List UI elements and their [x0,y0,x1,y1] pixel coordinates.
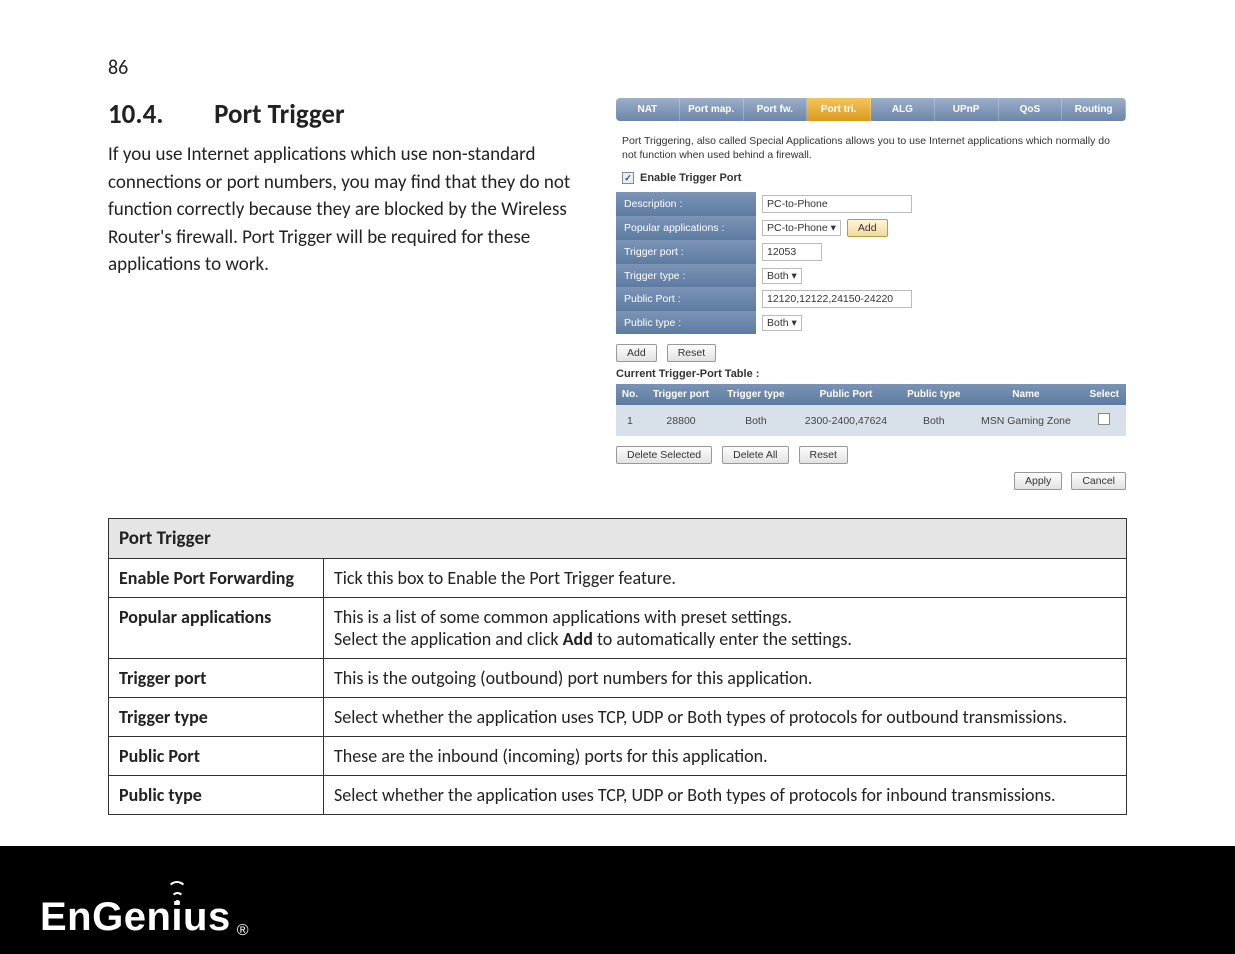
section-heading: 10.4. Port Trigger [108,98,588,131]
cell-trigger-type: Both [718,405,794,436]
desc-v-1-bold: Add [563,628,593,650]
public-type-label: Public type : [616,311,756,334]
add-button[interactable]: Add [616,344,657,362]
enable-trigger-label: Enable Trigger Port [640,172,741,184]
th-public-port: Public Port [794,384,899,405]
trigger-type-value: Both [767,270,789,282]
enable-trigger-checkbox[interactable]: ✓ [622,172,634,184]
trigger-type-select[interactable]: Both ▾ [762,268,802,284]
page-footer: EnGen i us ® [0,846,1235,954]
apply-button[interactable]: Apply [1014,472,1062,490]
trigger-type-label: Trigger type : [616,264,756,287]
public-port-input[interactable]: 12120,12122,24150-24220 [762,290,912,308]
tab-nat[interactable]: NAT [616,98,680,121]
cancel-button[interactable]: Cancel [1071,472,1126,490]
desc-k-0: Enable Port Forwarding [109,559,324,598]
desc-table-title: Port Trigger [109,519,1127,559]
intro-paragraph: If you use Internet applications which u… [108,141,588,279]
desc-v-3: Select whether the application uses TCP,… [324,698,1127,737]
router-ui-screenshot: NAT Port map. Port fw. Port tri. ALG UPn… [616,98,1126,490]
trigger-port-table: No. Trigger port Trigger type Public Por… [616,384,1126,436]
section-title: Port Trigger [214,98,344,131]
description-table: Port Trigger Enable Port Forwarding Tick… [108,518,1127,815]
cell-public-port: 2300-2400,47624 [794,405,899,436]
desc-v-1-post: to automatically enter the settings. [593,628,852,650]
trigger-port-label: Trigger port : [616,240,756,264]
page-number: 86 [108,56,1127,80]
tab-routing[interactable]: Routing [1062,98,1126,121]
th-trigger-port: Trigger port [644,384,718,405]
th-select: Select [1083,384,1126,405]
cell-trigger-port: 28800 [644,405,718,436]
reset-table-button[interactable]: Reset [799,446,848,464]
popular-apps-select[interactable]: PC-to-Phone ▾ [762,220,841,236]
popular-apps-label: Popular applications : [616,216,756,240]
logo-text-left: EnGen [40,895,171,939]
desc-v-0: Tick this box to Enable the Port Trigger… [324,559,1127,598]
desc-v-2: This is the outgoing (outbound) port num… [324,659,1127,698]
registered-icon: ® [237,922,249,940]
tab-upnp[interactable]: UPnP [935,98,999,121]
th-public-type: Public type [898,384,969,405]
trigger-port-input[interactable]: 12053 [762,243,822,261]
tab-alg[interactable]: ALG [871,98,935,121]
public-type-select[interactable]: Both ▾ [762,315,802,331]
description-input[interactable]: PC-to-Phone [762,195,912,213]
desc-k-2: Trigger port [109,659,324,698]
row-select-checkbox[interactable] [1098,413,1110,425]
desc-k-1: Popular applications [109,598,324,659]
cell-no: 1 [616,405,644,436]
tab-port-fw[interactable]: Port fw. [744,98,808,121]
th-name: Name [969,384,1082,405]
router-tabs: NAT Port map. Port fw. Port tri. ALG UPn… [616,98,1126,121]
engenius-logo: EnGen i us ® [40,895,249,940]
wifi-icon [167,881,187,906]
tab-port-tri[interactable]: Port tri. [807,98,871,121]
public-type-value: Both [767,317,789,329]
th-no: No. [616,384,644,405]
cell-public-type: Both [898,405,969,436]
delete-selected-button[interactable]: Delete Selected [616,446,712,464]
popular-add-button[interactable]: Add [847,219,888,237]
description-label: Description : [616,192,756,216]
desc-v-1: This is a list of some common applicatio… [324,598,1127,659]
logo-text-right: us [183,895,231,939]
tab-port-map[interactable]: Port map. [680,98,744,121]
trigger-table-title: Current Trigger-Port Table : [616,368,1126,380]
table-row: 1 28800 Both 2300-2400,47624 Both MSN Ga… [616,405,1126,436]
router-intro-text: Port Triggering, also called Special App… [622,135,1120,162]
popular-apps-value: PC-to-Phone [767,222,828,234]
public-port-label: Public Port : [616,287,756,311]
desc-k-4: Public Port [109,737,324,776]
cell-name: MSN Gaming Zone [969,405,1082,436]
trigger-form: Description : PC-to-Phone Popular applic… [616,192,1126,334]
delete-all-button[interactable]: Delete All [722,446,788,464]
desc-k-5: Public type [109,776,324,815]
reset-button[interactable]: Reset [667,344,716,362]
section-number: 10.4. [108,98,208,131]
desc-k-3: Trigger type [109,698,324,737]
desc-v-5: Select whether the application uses TCP,… [324,776,1127,815]
th-trigger-type: Trigger type [718,384,794,405]
desc-v-4: These are the inbound (incoming) ports f… [324,737,1127,776]
tab-qos[interactable]: QoS [999,98,1063,121]
